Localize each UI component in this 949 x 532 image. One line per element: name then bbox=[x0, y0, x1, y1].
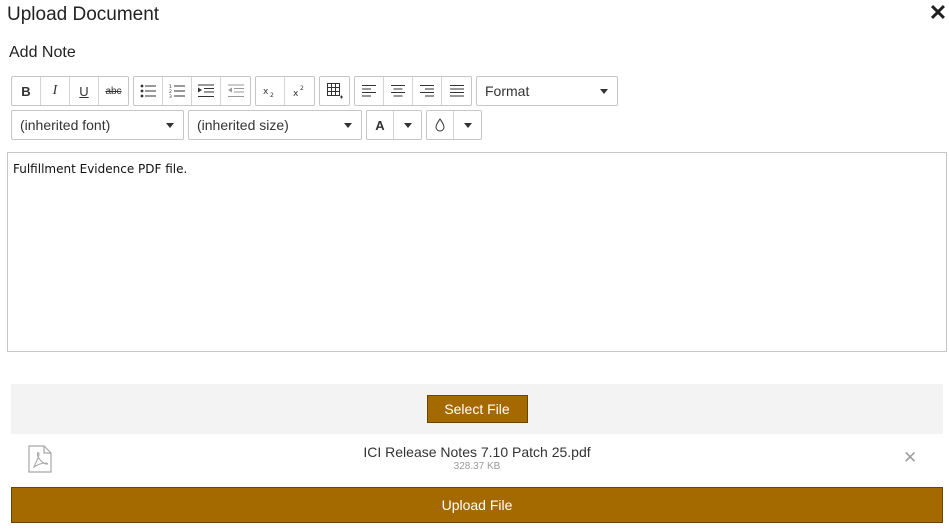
strikethrough-icon: abc bbox=[105, 85, 122, 97]
table-button[interactable] bbox=[320, 77, 349, 105]
align-right-icon bbox=[420, 85, 434, 97]
background-color-button[interactable] bbox=[427, 111, 454, 139]
font-color-dropdown[interactable] bbox=[394, 111, 421, 139]
select-file-button[interactable]: Select File bbox=[426, 395, 528, 423]
indent-icon bbox=[198, 84, 214, 97]
align-center-button[interactable] bbox=[384, 77, 413, 105]
editor-toolbar-row-1: B I U abc 123 x2 x2 Format bbox=[11, 76, 622, 106]
align-left-icon bbox=[362, 85, 376, 97]
add-note-label: Add Note bbox=[9, 44, 76, 61]
chevron-down-icon bbox=[600, 88, 608, 94]
list-indent-group: 123 bbox=[133, 76, 251, 106]
font-family-dropdown[interactable]: (inherited font) bbox=[11, 110, 184, 140]
table-group bbox=[319, 76, 350, 106]
outdent-icon bbox=[227, 84, 244, 97]
outdent-button[interactable] bbox=[221, 77, 250, 105]
file-size: 328.37 KB bbox=[453, 461, 501, 472]
subscript-button[interactable]: x2 bbox=[256, 77, 285, 105]
font-color-picker: A bbox=[366, 110, 422, 140]
file-name: ICI Release Notes 7.10 Patch 25.pdf bbox=[363, 444, 591, 460]
script-group: x2 x2 bbox=[255, 76, 315, 106]
bold-button[interactable]: B bbox=[12, 77, 41, 105]
text-style-group: B I U abc bbox=[11, 76, 129, 106]
selected-file-row: ICI Release Notes 7.10 Patch 25.pdf 328.… bbox=[11, 436, 943, 482]
alignment-group bbox=[354, 76, 472, 106]
underline-button[interactable]: U bbox=[70, 77, 99, 105]
dialog-title: Upload Document bbox=[7, 4, 160, 25]
svg-text:x: x bbox=[263, 87, 269, 97]
font-color-button[interactable]: A bbox=[367, 111, 394, 139]
strikethrough-button[interactable]: abc bbox=[99, 77, 128, 105]
font-size-label: (inherited size) bbox=[197, 117, 289, 133]
svg-text:2: 2 bbox=[300, 85, 304, 92]
chevron-down-icon bbox=[403, 122, 412, 128]
bullet-list-button[interactable] bbox=[134, 77, 163, 105]
svg-text:x: x bbox=[293, 89, 299, 98]
close-icon[interactable]: ✕ bbox=[928, 2, 948, 24]
bold-icon: B bbox=[21, 83, 31, 99]
note-editor[interactable]: Fulfillment Evidence PDF file. bbox=[7, 152, 947, 352]
editor-toolbar-row-2: (inherited font) (inherited size) A bbox=[11, 110, 486, 140]
font-family-label: (inherited font) bbox=[20, 117, 111, 133]
numbered-list-button[interactable]: 123 bbox=[163, 77, 192, 105]
superscript-icon: x2 bbox=[293, 85, 304, 98]
justify-icon bbox=[449, 85, 464, 97]
chevron-down-icon bbox=[463, 122, 472, 128]
background-color-icon bbox=[435, 118, 445, 132]
font-color-icon: A bbox=[375, 117, 385, 133]
note-editor-content: Fulfillment Evidence PDF file. bbox=[13, 162, 188, 176]
background-color-dropdown[interactable] bbox=[454, 111, 481, 139]
table-icon bbox=[326, 83, 343, 99]
remove-file-icon[interactable]: ✕ bbox=[903, 448, 917, 468]
file-select-panel: Select File bbox=[11, 384, 943, 434]
justify-button[interactable] bbox=[442, 77, 471, 105]
upload-file-button[interactable]: Upload File bbox=[11, 487, 943, 523]
font-size-dropdown[interactable]: (inherited size) bbox=[188, 110, 362, 140]
superscript-button[interactable]: x2 bbox=[285, 77, 314, 105]
italic-button[interactable]: I bbox=[41, 77, 70, 105]
chevron-down-icon bbox=[166, 122, 174, 128]
format-dropdown[interactable]: Format bbox=[476, 76, 618, 106]
italic-icon: I bbox=[52, 83, 58, 98]
svg-text:2: 2 bbox=[270, 92, 274, 98]
underline-icon: U bbox=[79, 83, 89, 99]
align-right-button[interactable] bbox=[413, 77, 442, 105]
numbered-list-icon: 123 bbox=[169, 84, 185, 98]
subscript-icon: x2 bbox=[263, 87, 274, 98]
bullet-list-icon bbox=[140, 84, 156, 98]
chevron-down-icon bbox=[344, 122, 352, 128]
indent-button[interactable] bbox=[192, 77, 221, 105]
align-center-icon bbox=[391, 85, 405, 97]
align-left-button[interactable] bbox=[355, 77, 384, 105]
background-color-picker bbox=[426, 110, 482, 140]
svg-text:3: 3 bbox=[169, 94, 172, 98]
format-dropdown-label: Format bbox=[485, 83, 530, 99]
